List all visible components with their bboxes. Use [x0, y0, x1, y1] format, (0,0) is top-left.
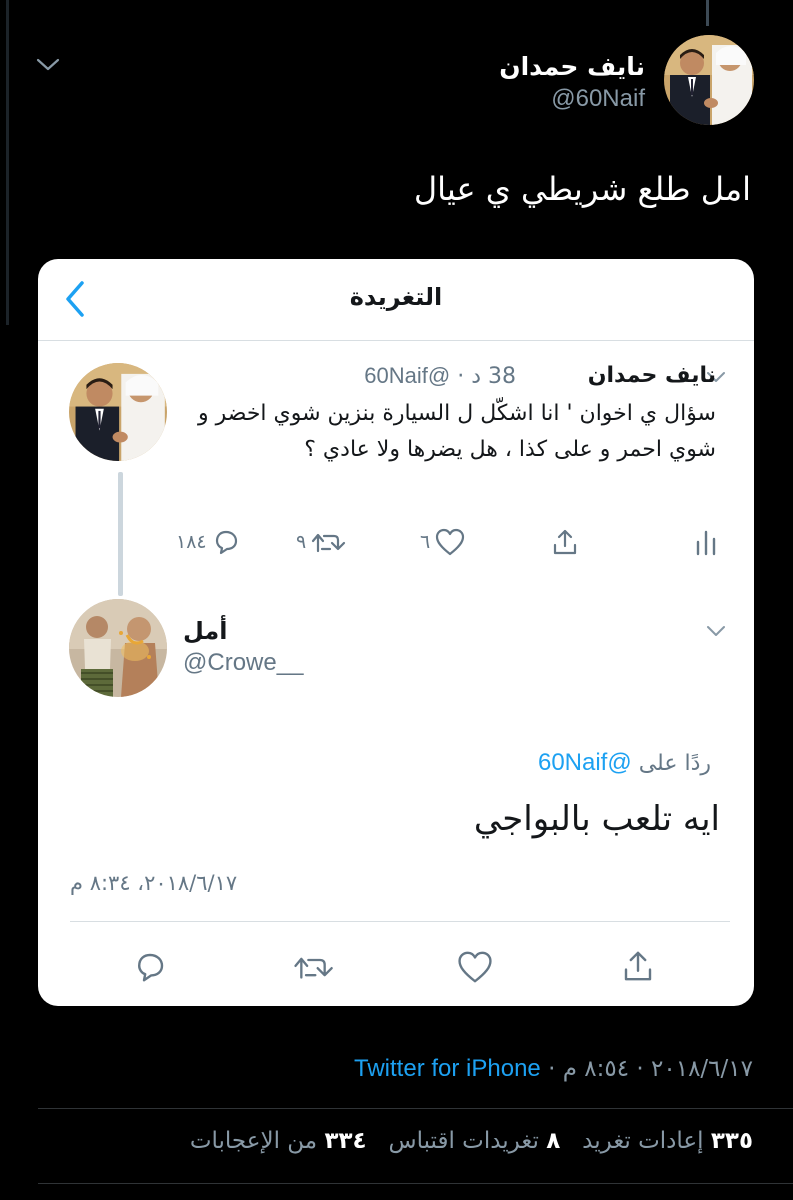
reply-avatar [69, 599, 167, 697]
divider [38, 1108, 793, 1109]
quoted-name: نايف حمدان [587, 363, 716, 388]
quoted-analytics-action [694, 527, 718, 557]
reply-text: ايه تلعب بالبواجي [473, 799, 720, 839]
reply-to-line: ردًا على @60Naif [538, 749, 711, 777]
reply-handle: @Crowe__ [183, 649, 304, 676]
retweet-icon [312, 533, 346, 553]
quoted-avatar [69, 363, 167, 461]
share-icon [553, 529, 577, 555]
avatar[interactable] [664, 35, 754, 125]
quote-stat[interactable]: ٨ تغريدات اقتباس [389, 1128, 561, 1154]
reply-icon [215, 530, 237, 555]
retweet-action [292, 949, 334, 985]
tweet-timestamp: ٢٠١٨/٦/١٧ · ٨:٥٤ م [562, 1056, 753, 1082]
quoted-retweet-count: ٩ [296, 531, 307, 553]
thread-line [706, 0, 709, 26]
quoted-time: 38 د [471, 364, 516, 389]
like-stat[interactable]: ٣٣٤ من الإعجابات [190, 1128, 367, 1154]
analytics-icon [696, 530, 716, 556]
reply-timestamp: ٢٠١٨/٦/١٧، ٨:٣٤ م [70, 871, 238, 895]
divider [38, 1183, 793, 1184]
quoted-retweet-action: ٩ [296, 527, 346, 557]
embedded-screenshot[interactable]: التغريدة 38 د · @60Naif نايف حمدان سؤال … [38, 259, 754, 1006]
reply-action [132, 949, 168, 985]
author-name[interactable]: نايف حمدان [499, 52, 645, 81]
tweet-source[interactable]: Twitter for iPhone [354, 1055, 541, 1082]
like-icon [458, 951, 492, 983]
share-action [620, 947, 656, 985]
divider [70, 921, 730, 922]
retweet-icon [294, 957, 333, 979]
tweet-text: امل طلع شريطي ي عيال [413, 170, 751, 208]
quoted-handle: @60Naif [364, 363, 451, 388]
tweet-stats: ٣٣٥ إعادات تغريد ٨ تغريدات اقتباس ٣٣٤ من… [190, 1128, 753, 1154]
author-handle[interactable]: @60Naif [551, 85, 645, 113]
reply-name: أمل [183, 617, 228, 645]
like-icon [436, 528, 465, 556]
retweet-stat[interactable]: ٣٣٥ إعادات تغريد [582, 1128, 753, 1154]
chevron-down-icon[interactable] [36, 58, 60, 72]
quoted-meta: 38 د · @60Naif [364, 363, 516, 389]
reply-icon [138, 953, 164, 982]
quoted-reply-count: ١٨٤ [176, 531, 207, 553]
thread-connector [118, 472, 123, 596]
quoted-text: سؤال ي اخوان ' انا اشكّل ل السيارة بنزين… [198, 401, 716, 462]
screenshot-title: التغريدة [349, 283, 443, 311]
share-icon [624, 951, 652, 981]
screenshot-header: التغريدة [38, 259, 754, 341]
reply-to-handle: @60Naif [537, 749, 632, 776]
like-action [456, 949, 494, 985]
chevron-down-icon [706, 625, 726, 637]
quoted-like-count: ٦ [420, 531, 431, 553]
edge-line [6, 0, 9, 325]
reply-to-label: ردًا على [638, 751, 711, 776]
quoted-like-action: ٦ [420, 527, 466, 557]
tweet-meta: ٢٠١٨/٦/١٧ · ٨:٥٤ م · Twitter for iPhone [354, 1055, 753, 1082]
quoted-reply-action: ١٨٤ [176, 527, 241, 557]
quoted-share-action [550, 527, 580, 557]
